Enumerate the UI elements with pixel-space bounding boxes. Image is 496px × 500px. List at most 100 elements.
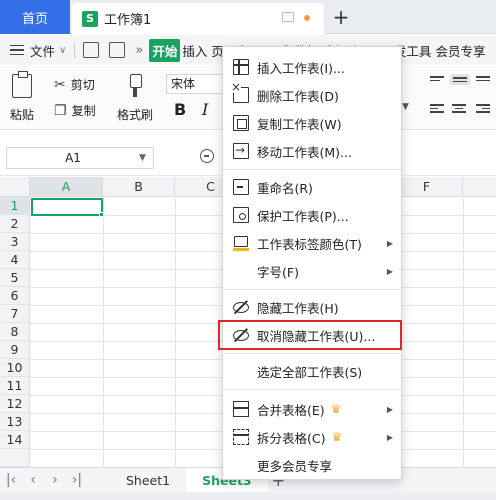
hamburger-icon[interactable]	[10, 44, 24, 56]
row-header[interactable]: 13	[0, 413, 30, 431]
menu-divider	[223, 389, 401, 390]
eye-hide-icon	[233, 299, 249, 315]
row-header[interactable]: 9	[0, 341, 30, 359]
new-tab-button[interactable]: +	[332, 3, 350, 31]
last-sheet-icon[interactable]: ›|	[66, 472, 88, 488]
cell-reference: A1	[65, 151, 81, 165]
chevron-down-icon[interactable]: ▼	[139, 153, 153, 163]
menu-item-font-size[interactable]: 字号(F) ▶	[223, 257, 401, 285]
row-header[interactable]: 7	[0, 305, 30, 323]
fill-handle[interactable]	[99, 212, 104, 217]
menu-item-more-member[interactable]: 更多会员专享	[223, 451, 401, 479]
menu-item-rename[interactable]: 重命名(R)	[223, 173, 401, 201]
cut-button[interactable]: ✂ 剪切	[54, 76, 95, 93]
prev-sheet-icon[interactable]: ‹	[22, 472, 44, 488]
status-bar	[0, 492, 496, 500]
split-icon	[233, 429, 249, 445]
row-header[interactable]: 2	[0, 215, 30, 233]
align-left-icon[interactable]	[430, 104, 444, 113]
scissors-icon: ✂	[54, 76, 66, 93]
align-middle-icon[interactable]	[450, 74, 470, 85]
menu-item-select-all-sheets[interactable]: 选定全部工作表(S)	[223, 357, 401, 385]
monitor-icon[interactable]	[282, 12, 294, 22]
chevron-down-icon[interactable]: ▼	[402, 102, 409, 112]
menu-item-label: 插入工作表(I)...	[257, 60, 345, 76]
menu-item-label: 选定全部工作表(S)	[257, 364, 363, 380]
font-name-select[interactable]: 宋体	[166, 74, 230, 94]
row-header[interactable]: 11	[0, 377, 30, 395]
align-bottom-icon[interactable]	[476, 76, 490, 81]
tab-member[interactable]: 会员专享	[435, 41, 485, 60]
gridline	[175, 197, 176, 467]
menu-item-move-sheet[interactable]: 移动工作表(M)...	[223, 137, 401, 165]
copy-button[interactable]: ❐ 复制	[54, 102, 96, 119]
column-header[interactable]	[463, 177, 496, 197]
tab-home[interactable]: 开始	[149, 38, 181, 62]
title-bar: 首页 S 工作簿1 +	[0, 0, 496, 34]
row-header[interactable]: 8	[0, 323, 30, 341]
document-tab[interactable]: S 工作簿1	[72, 3, 324, 34]
copy-icon	[233, 115, 249, 131]
menu-item-tab-color[interactable]: 工作表标签颜色(T) ▶	[223, 229, 401, 257]
select-all-corner[interactable]	[0, 177, 30, 197]
paste-label: 粘贴	[10, 108, 35, 122]
menu-item-copy-sheet[interactable]: 复制工作表(W)	[223, 109, 401, 137]
blank-icon	[233, 457, 249, 473]
spreadsheet-icon: S	[82, 10, 98, 27]
name-box[interactable]: A1 ▼	[6, 147, 154, 169]
align-center-icon[interactable]	[452, 104, 466, 113]
menu-item-hide-sheet[interactable]: 隐藏工作表(H)	[223, 293, 401, 321]
next-sheet-icon[interactable]: ›	[44, 472, 66, 488]
column-header[interactable]: A	[30, 177, 103, 197]
menu-item-label: 移动工作表(M)...	[257, 144, 352, 160]
delete-icon	[231, 81, 249, 103]
zoom-out-icon[interactable]	[200, 149, 214, 163]
menu-item-delete-sheet[interactable]: 删除工作表(D)	[223, 81, 401, 109]
menu-item-split-table[interactable]: 拆分表格(C) ♛ ▶	[223, 423, 401, 451]
menu-item-insert-sheet[interactable]: 插入工作表(I)...	[223, 53, 401, 81]
menu-divider	[223, 169, 401, 170]
save-icon[interactable]	[83, 42, 100, 58]
row-header[interactable]: 3	[0, 233, 30, 251]
menu-item-label: 保护工作表(P)...	[257, 208, 349, 224]
rename-icon	[233, 179, 249, 195]
row-header[interactable]: 6	[0, 287, 30, 305]
menu-item-label: 工作表标签颜色(T)	[257, 236, 362, 252]
tab-insert[interactable]: 插入	[182, 41, 207, 60]
chevron-down-icon[interactable]: ∨	[59, 45, 66, 56]
row-header[interactable]: 12	[0, 395, 30, 413]
paste-button[interactable]: 粘贴	[10, 71, 35, 123]
column-header[interactable]: B	[103, 177, 175, 197]
row-header[interactable]: 4	[0, 251, 30, 269]
first-sheet-icon[interactable]: |‹	[0, 472, 22, 488]
menu-item-label: 删除工作表(D)	[257, 88, 339, 104]
row-header[interactable]	[0, 449, 30, 467]
row-header[interactable]: 14	[0, 431, 30, 449]
align-top-icon[interactable]	[430, 76, 444, 81]
file-menu[interactable]: 文件	[30, 41, 55, 60]
alignment-group	[424, 72, 496, 124]
row-header[interactable]: 1	[0, 197, 30, 215]
home-tab[interactable]: 首页	[0, 0, 70, 34]
row-header[interactable]: 10	[0, 359, 30, 377]
sheet-icon	[233, 59, 249, 75]
menu-item-label: 字号(F)	[257, 264, 299, 280]
active-cell[interactable]	[31, 198, 103, 216]
row-header[interactable]: 5	[0, 269, 30, 287]
menu-item-merge-tables[interactable]: 合并表格(E) ♛ ▶	[223, 395, 401, 423]
blank-icon	[233, 363, 249, 379]
export-icon[interactable]	[109, 42, 126, 58]
submenu-arrow-icon: ▶	[386, 432, 393, 442]
bold-button[interactable]: B	[174, 100, 186, 119]
cut-label: 剪切	[70, 78, 95, 92]
menu-divider	[223, 289, 401, 290]
italic-button[interactable]: I	[202, 100, 208, 119]
unsaved-dot-icon	[304, 15, 310, 21]
sheet-tab-sheet1[interactable]: Sheet1	[110, 468, 186, 493]
brush-icon	[127, 74, 143, 98]
highlight-annotation	[218, 320, 402, 350]
menu-item-protect-sheet[interactable]: 保护工作表(P)...	[223, 201, 401, 229]
more-icon[interactable]: »	[135, 43, 143, 58]
format-painter-button[interactable]: 格式刷	[117, 74, 153, 123]
align-right-icon[interactable]	[476, 104, 490, 113]
